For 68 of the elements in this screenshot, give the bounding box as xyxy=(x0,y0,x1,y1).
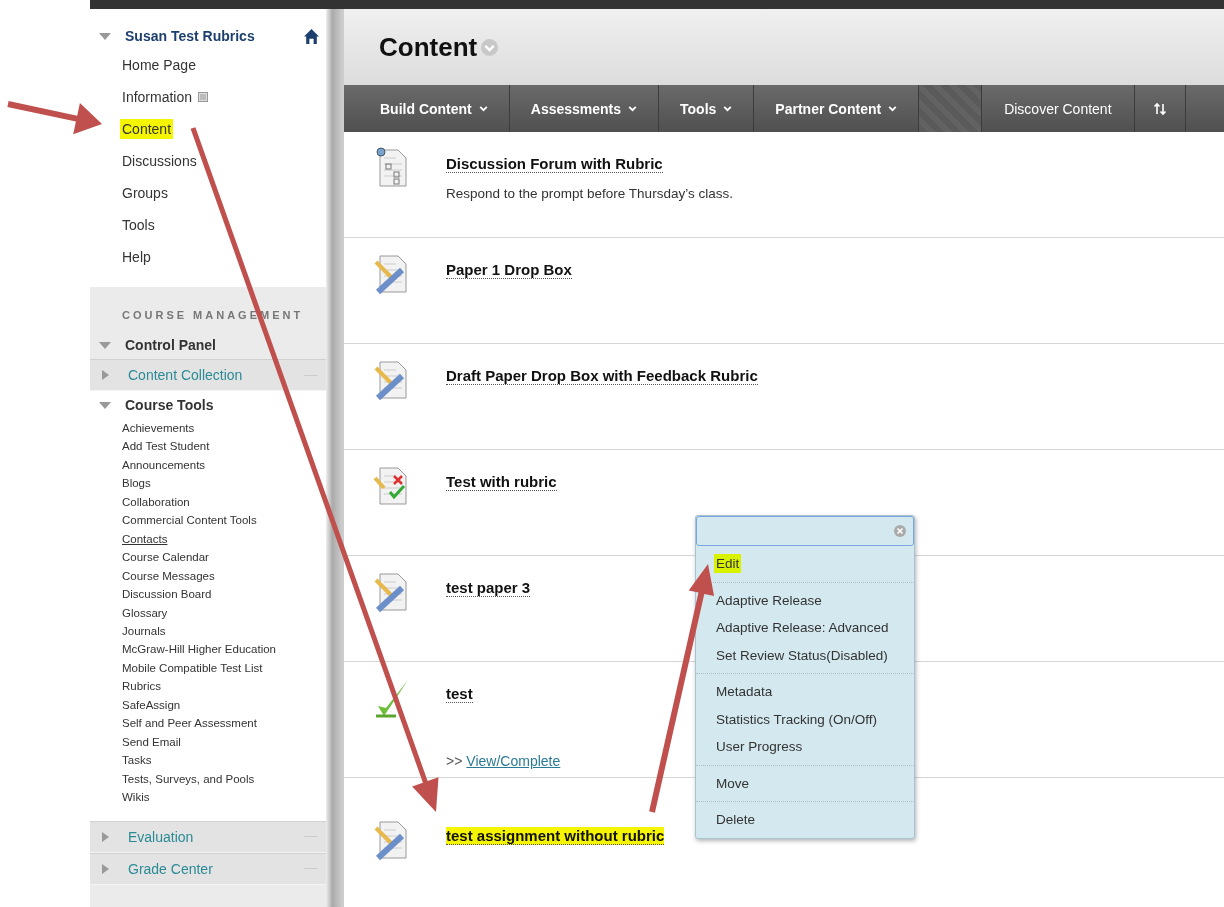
context-menu-item[interactable]: Delete xyxy=(714,810,758,830)
item-title-link[interactable]: test assignment without rubric xyxy=(446,827,665,845)
menu-button[interactable]: Assessments xyxy=(509,85,660,132)
item-description: Respond to the prompt before Thursday’s class. xyxy=(446,186,733,201)
expand-icon[interactable] xyxy=(102,863,109,874)
tool-link[interactable]: Send Email xyxy=(90,732,326,752)
link-prefix: >> xyxy=(446,753,463,769)
tool-link[interactable]: Tests, Surveys, and Pools xyxy=(90,769,326,789)
chevron-icon[interactable] xyxy=(481,38,499,56)
panel-title[interactable]: Control Panel xyxy=(125,337,216,353)
discover-button[interactable]: Discover Content xyxy=(981,85,1135,132)
tool-link[interactable]: Self and Peer Assessment xyxy=(90,714,326,733)
tool-link[interactable]: Journals xyxy=(90,622,326,641)
context-menu-item[interactable]: Move xyxy=(714,773,751,793)
tool-link[interactable]: Commercial Content Tools xyxy=(90,511,326,530)
context-menu-item[interactable]: Edit xyxy=(714,554,742,574)
tool-link[interactable]: Course Messages xyxy=(90,566,326,586)
tool-link[interactable]: Announcements xyxy=(90,455,326,475)
course-menu-item[interactable]: Discussions xyxy=(120,151,199,171)
page-title: Content xyxy=(379,31,478,63)
tool-link[interactable]: Course Calendar xyxy=(90,548,326,567)
context-menu-item[interactable]: Adaptive Release xyxy=(714,590,824,610)
item-title-link[interactable]: Paper 1 Drop Box xyxy=(446,261,572,279)
toolbar-spacer xyxy=(919,85,982,132)
course-menu-item[interactable]: Home Page xyxy=(120,55,198,75)
item-title-link[interactable]: Test with rubric xyxy=(446,473,557,491)
tool-link[interactable]: SafeAssign xyxy=(90,695,326,715)
item-title-link[interactable]: test paper 3 xyxy=(446,579,531,597)
sort-icon xyxy=(1152,101,1167,116)
close-icon[interactable] xyxy=(893,524,907,538)
tool-link[interactable]: Rubrics xyxy=(90,677,326,696)
course-menu-item[interactable]: Information xyxy=(120,87,195,107)
home-icon[interactable] xyxy=(303,27,320,45)
item-title-link[interactable]: test xyxy=(446,685,473,703)
tool-link[interactable]: Collaboration xyxy=(90,492,326,512)
page-icon xyxy=(198,92,209,102)
tool-link[interactable]: Achievements xyxy=(90,419,326,438)
course-menu-item[interactable]: Tools xyxy=(120,215,157,235)
tool-link[interactable]: Mobile Compatible Test List xyxy=(90,658,326,678)
menu-button[interactable]: Build Content xyxy=(344,85,510,132)
tool-link[interactable]: McGraw-Hill Higher Education xyxy=(90,640,326,659)
tool-link[interactable]: Contacts xyxy=(90,529,326,549)
section-title[interactable]: Course Tools xyxy=(125,397,214,413)
context-menu-item[interactable]: Statistics Tracking (On/Off) xyxy=(714,709,880,729)
context-menu-item[interactable]: User Progress xyxy=(714,737,805,757)
collapse-icon[interactable] xyxy=(99,32,111,40)
expand-icon[interactable] xyxy=(102,370,109,380)
tool-link[interactable]: Blogs xyxy=(90,474,326,493)
tool-link[interactable]: Add Test Student xyxy=(90,437,326,456)
context-menu-item[interactable]: Set Review Status(Disabled) xyxy=(714,645,890,665)
course-menu-item[interactable]: Content xyxy=(120,119,174,139)
course-menu-item[interactable]: Groups xyxy=(120,183,170,203)
item-title-link[interactable]: Discussion Forum with Rubric xyxy=(446,155,663,173)
tool-link[interactable]: Tasks xyxy=(90,751,326,770)
context-menu-item[interactable]: Metadata xyxy=(714,682,775,702)
context-menu-item[interactable]: Adaptive Release: Advanced xyxy=(714,618,891,638)
collapse-icon[interactable] xyxy=(99,401,111,409)
menu-button[interactable]: Tools xyxy=(659,85,755,132)
tool-link[interactable]: Glossary xyxy=(90,603,326,622)
course-title[interactable]: Susan Test Rubrics xyxy=(125,28,303,44)
scrollbar[interactable] xyxy=(326,9,342,907)
tool-link[interactable]: Wikis xyxy=(90,788,326,807)
expand-icon[interactable] xyxy=(102,831,109,842)
item-title-link[interactable]: Draft Paper Drop Box with Feedback Rubric xyxy=(446,367,758,385)
collapse-icon[interactable] xyxy=(99,341,111,349)
course-menu-item[interactable]: Help xyxy=(120,247,153,267)
tool-link[interactable]: Discussion Board xyxy=(90,585,326,604)
view-complete-link[interactable]: View/Complete xyxy=(466,753,561,769)
